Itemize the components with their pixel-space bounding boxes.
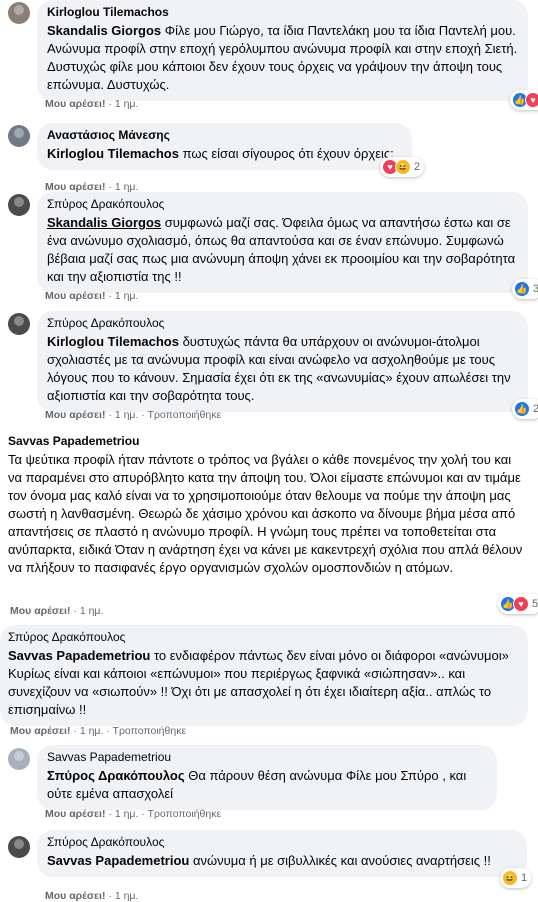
comment-author[interactable]: Αναστάσιος Μάνεσης [47, 128, 402, 143]
comment-actions: Μου αρέσει! · 1 ημ. [45, 98, 139, 110]
timestamp[interactable]: 1 ημ. [115, 290, 139, 302]
haha-icon: 😆 [502, 870, 518, 886]
comment-text: Kirloglou Tilemachos πως είσαι σίγουρος … [47, 146, 394, 161]
timestamp[interactable]: 1 ημ. [115, 409, 139, 421]
reaction-count: 1 [521, 872, 528, 884]
avatar[interactable] [8, 836, 30, 858]
like-icon: 👍 [514, 281, 530, 297]
like-button[interactable]: Μου αρέσει! [45, 808, 105, 820]
comment-author[interactable]: Savvas Papademetriou [47, 750, 487, 765]
edited-label[interactable]: Τροποποιήθηκε [148, 409, 222, 421]
comment-actions: Μου αρέσει! · 1 ημ. · Τροποποιήθηκε [45, 808, 222, 820]
comment-bubble: Savvas Papademetriou Σπύρος Δρακόπουλος … [37, 745, 497, 810]
timestamp[interactable]: 1 ημ. [115, 890, 139, 902]
love-icon: ♥ [513, 596, 529, 612]
comment-bubble: Σπύρος Δρακόπουλος Kirloglou Tilemachos … [37, 311, 528, 412]
like-icon: 👍 [514, 401, 530, 417]
reactions-summary[interactable]: 👍 2 [512, 399, 538, 419]
mention-link[interactable]: Σπύρος Δρακόπουλος [47, 768, 185, 783]
reactions-summary[interactable]: 👍 ♥ 3 [510, 90, 538, 110]
comment-actions: Μου αρέσει! · 1 ημ. [45, 890, 139, 902]
avatar[interactable] [8, 748, 30, 770]
mention-link[interactable]: Kirloglou Tilemachos [47, 334, 179, 349]
like-button[interactable]: Μου αρέσει! [45, 290, 105, 302]
comment-author[interactable]: Σπύρος Δρακόπουλος [47, 197, 518, 212]
edited-label[interactable]: Τροποποιήθηκε [148, 808, 222, 820]
like-button[interactable]: Μου αρέσει! [45, 890, 105, 902]
comment-author[interactable]: Σπύρος Δρακόπουλος [8, 630, 518, 645]
comment-actions: Μου αρέσει! · 1 ημ. [10, 605, 104, 617]
like-button[interactable]: Μου αρέσει! [45, 409, 105, 421]
mention-link[interactable]: Savvas Papademetriou [8, 648, 150, 663]
comment-bubble: Σπύρος Δρακόπουλος Savvas Papademetriou … [0, 625, 528, 726]
comment-text: Savvas Papademetriou το ενδιαφέρον πάντω… [8, 648, 509, 717]
comment-text: Τα ψεύτικα προφίλ ήταν πάντοτε ο τρόπος … [8, 452, 523, 575]
timestamp[interactable]: 1 ημ. [115, 808, 139, 820]
reaction-count: 5 [532, 598, 538, 610]
edited-label[interactable]: Τροποποιήθηκε [113, 725, 187, 737]
avatar[interactable] [8, 313, 30, 335]
avatar[interactable] [8, 2, 30, 24]
comment-bubble: Αναστάσιος Μάνεσης Kirloglou Tilemachos … [37, 123, 412, 170]
comment-text: Skandalis Giorgos Φίλε μου Γιώργο, τα ίδ… [47, 23, 518, 92]
love-icon: ♥ [525, 92, 538, 108]
reaction-count: 3 [533, 283, 538, 295]
timestamp[interactable]: 1 ημ. [115, 98, 139, 110]
comment-actions: Μου αρέσει! · 1 ημ. · Τροποποιήθηκε [10, 725, 187, 737]
comment-bubble: Kirloglou Tilemachos Skandalis Giorgos Φ… [37, 0, 528, 101]
comment-actions: Μου αρέσει! · 1 ημ. · Τροποποιήθηκε [45, 409, 222, 421]
mention-link[interactable]: Skandalis Giorgos [47, 23, 161, 38]
comment-actions: Μου αρέσει! · 1 ημ. [45, 290, 139, 302]
mention-link[interactable]: Savvas Papademetriou [47, 853, 189, 868]
mention-link[interactable]: Skandalis Giorgos [47, 215, 161, 230]
comment-text: Savvas Papademetriou ανώνυμα ή με σιβυλλ… [47, 853, 491, 868]
avatar[interactable] [8, 194, 30, 216]
comment-text: Kirloglou Tilemachos δυστυχώς πάντα θα υ… [47, 334, 511, 403]
comment-bubble: Σπύρος Δρακόπουλος Skandalis Giorgos συμ… [37, 192, 528, 293]
reactions-summary[interactable]: ♥ 😆 2 [380, 157, 425, 177]
mention-link[interactable]: Kirloglou Tilemachos [47, 146, 179, 161]
comment-text: Skandalis Giorgos συμφωνώ μαζί σας. Όφει… [47, 215, 516, 284]
comment-author[interactable]: Kirloglou Tilemachos [47, 5, 518, 20]
timestamp[interactable]: 1 ημ. [80, 725, 104, 737]
comment-author[interactable]: Σπύρος Δρακόπουλος [47, 316, 518, 331]
comment-bubble: Savvas Papademetriou Τα ψεύτικα προφίλ ή… [8, 434, 528, 577]
like-button[interactable]: Μου αρέσει! [10, 605, 70, 617]
timestamp[interactable]: 1 ημ. [80, 605, 104, 617]
comment-author[interactable]: Savvas Papademetriou [8, 434, 528, 449]
reaction-count: 2 [414, 161, 421, 173]
like-button[interactable]: Μου αρέσει! [10, 725, 70, 737]
comment-author[interactable]: Σπύρος Δρακόπουλος [47, 835, 517, 850]
comment-text: Σπύρος Δρακόπουλος Θα πάρουν θέση ανώνυμ… [47, 768, 467, 801]
avatar[interactable] [8, 125, 30, 147]
reactions-summary[interactable]: 😆 1 [500, 868, 532, 888]
reactions-summary[interactable]: 👍 3 [512, 279, 538, 299]
comment-bubble: Σπύρος Δρακόπουλος Savvas Papademetriou … [37, 830, 527, 877]
haha-icon: 😆 [395, 159, 411, 175]
reactions-summary[interactable]: 👍 ♥ 5 [498, 594, 538, 614]
reaction-count: 2 [533, 403, 538, 415]
like-button[interactable]: Μου αρέσει! [45, 98, 105, 110]
